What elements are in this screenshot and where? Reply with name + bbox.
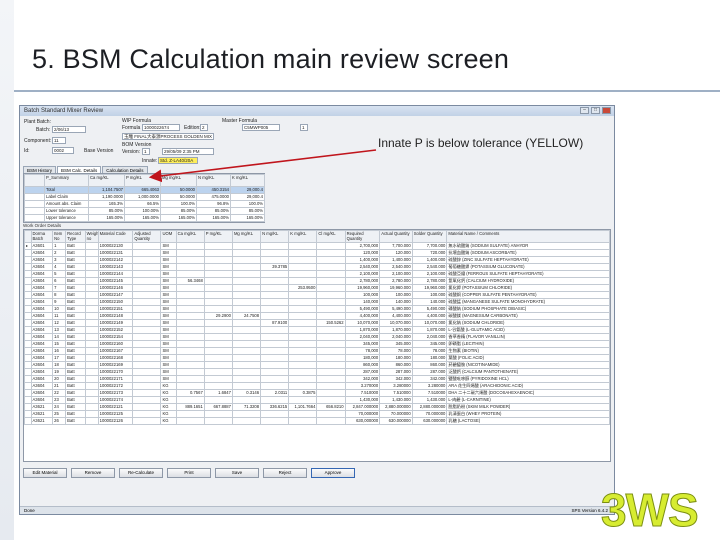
company-logo: 3WS (601, 484, 707, 536)
logo-text: 3WS (601, 484, 700, 536)
callout-arrow (148, 149, 377, 183)
